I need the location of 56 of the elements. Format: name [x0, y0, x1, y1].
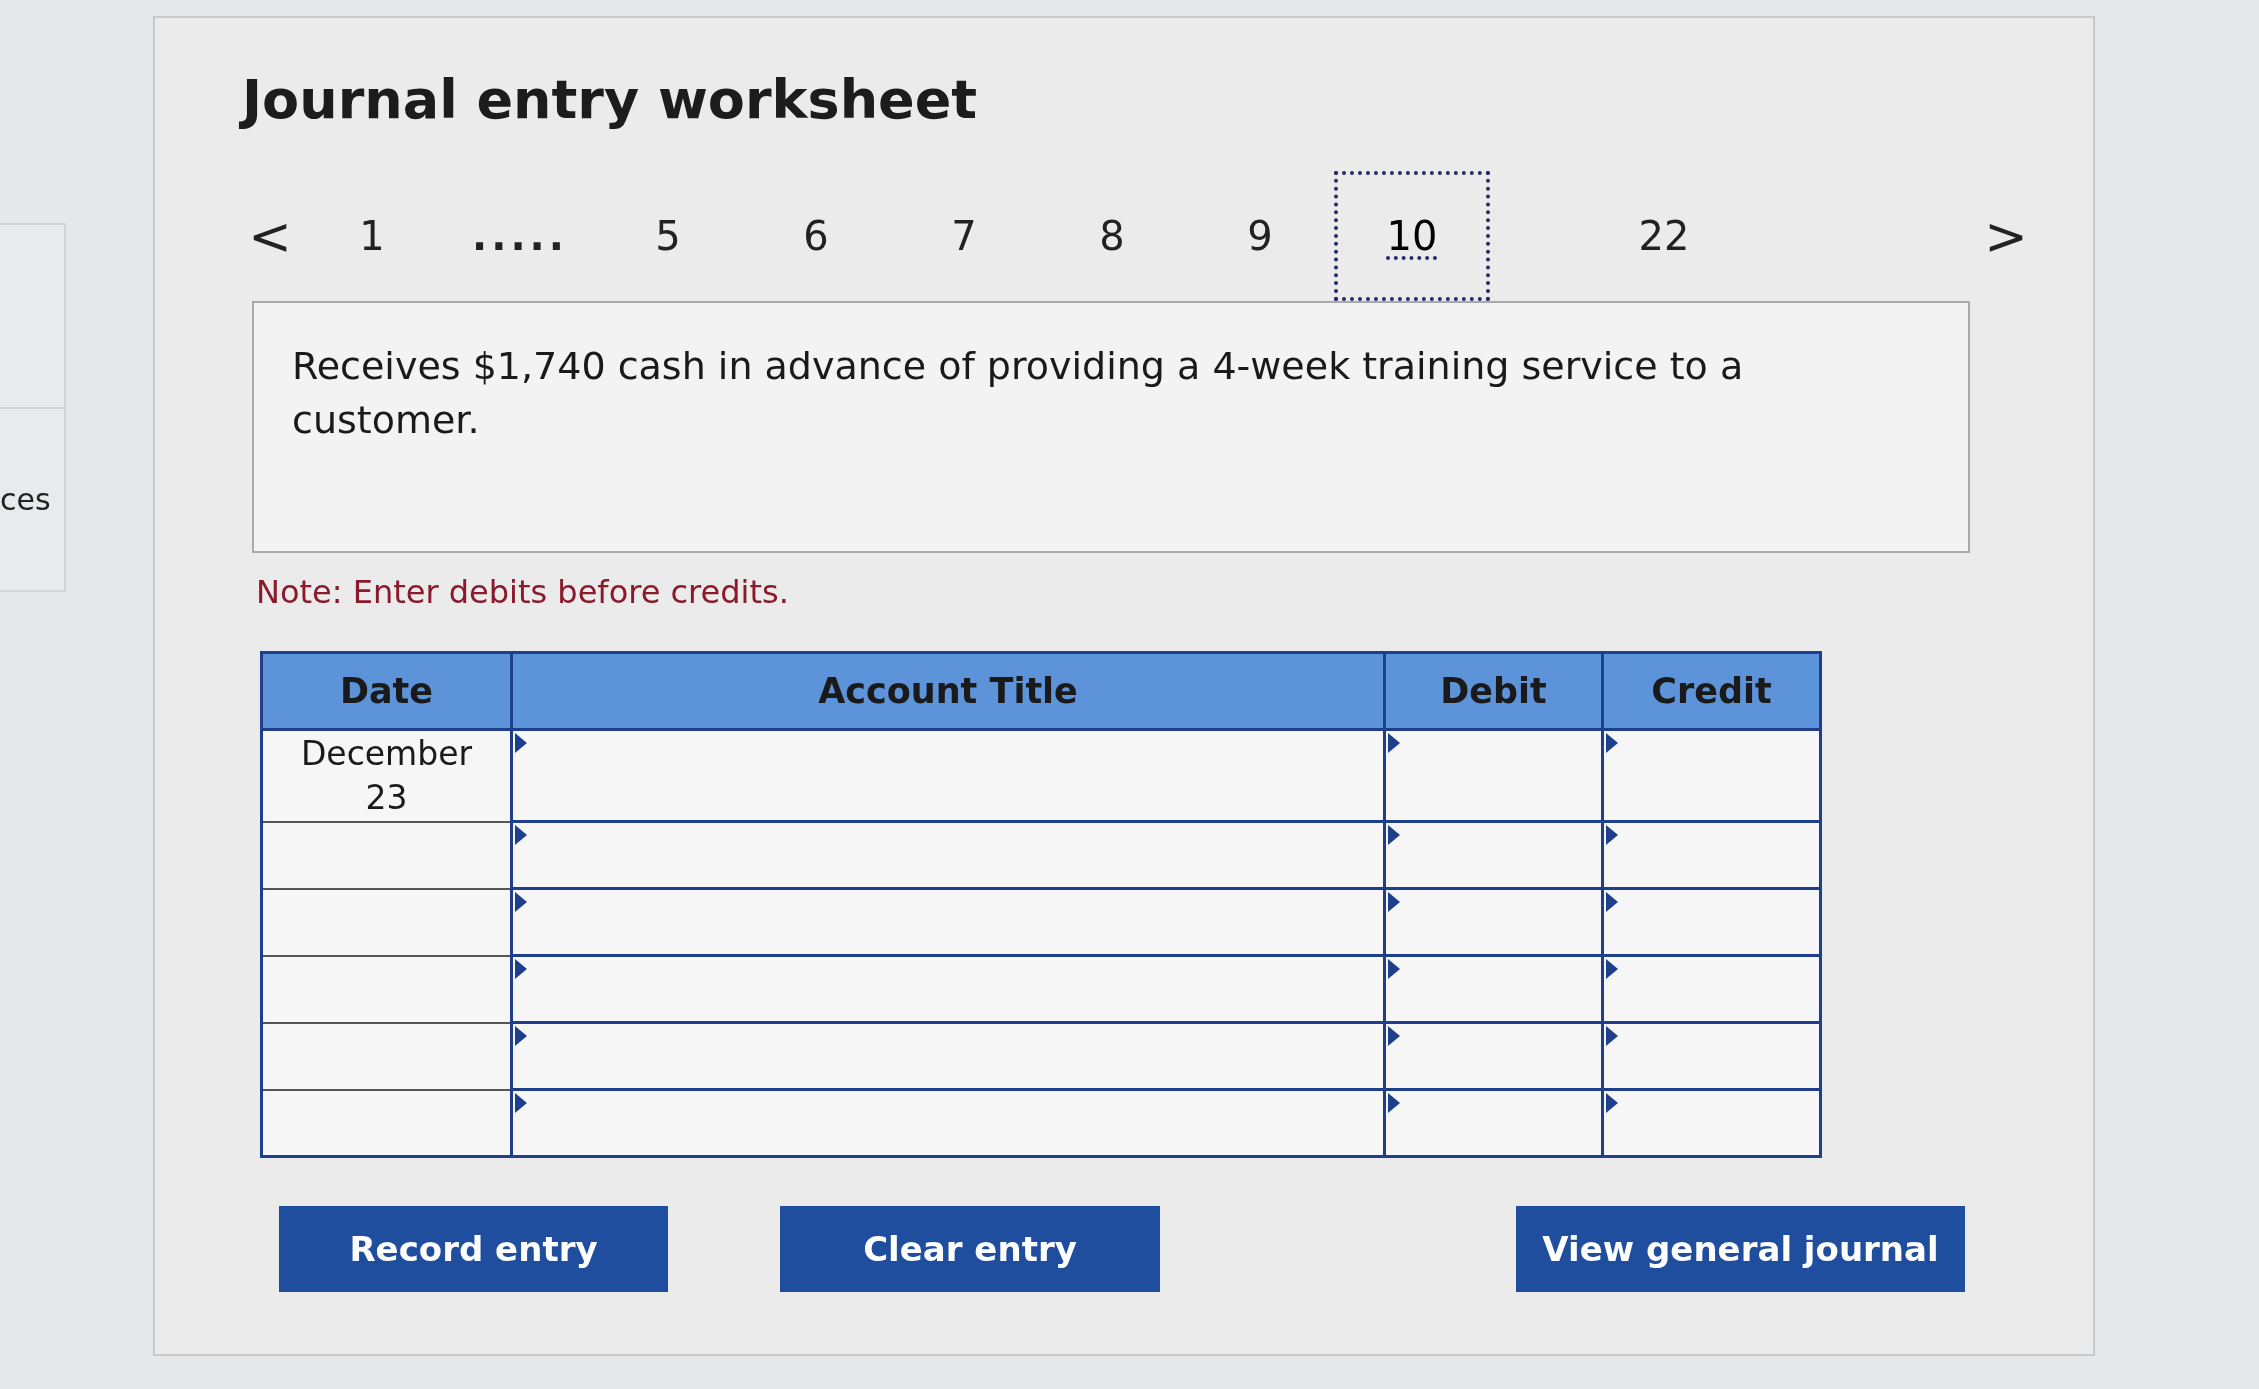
- column-header: Credit: [1602, 652, 1821, 730]
- triangle-icon: [515, 892, 527, 912]
- input-field[interactable]: [511, 729, 1385, 822]
- previous-button[interactable]: <: [242, 206, 298, 266]
- triangle-icon: [1606, 1026, 1618, 1046]
- triangle-icon: [515, 825, 527, 845]
- triangle-icon: [1388, 733, 1400, 753]
- input-field[interactable]: [1602, 955, 1821, 1023]
- input-field[interactable]: [511, 821, 1385, 889]
- page-ellipsis: .....: [471, 212, 569, 261]
- page-tab[interactable]: 7: [890, 171, 1038, 301]
- triangle-icon: [515, 1026, 527, 1046]
- input-field[interactable]: [1602, 729, 1821, 822]
- page-tab[interactable]: 1: [298, 171, 446, 301]
- triangle-icon: [1606, 1093, 1618, 1113]
- question-text: Receives $1,740 cash in advance of providing a 4-week training service to a customer.: [292, 343, 1745, 444]
- input-field[interactable]: [1384, 1089, 1603, 1157]
- triangle-icon: [1388, 1026, 1400, 1046]
- input-field[interactable]: [511, 888, 1385, 956]
- input-field[interactable]: [1384, 821, 1603, 889]
- triangle-icon: [515, 959, 527, 979]
- input-field[interactable]: [1384, 1022, 1603, 1090]
- input-field[interactable]: [1384, 955, 1603, 1023]
- input-field[interactable]: [1602, 888, 1821, 956]
- triangle-icon: [515, 733, 527, 753]
- next-button[interactable]: >: [1978, 206, 2034, 266]
- triangle-icon: [1606, 892, 1618, 912]
- triangle-icon: [515, 1093, 527, 1113]
- input-field[interactable]: [511, 955, 1385, 1023]
- triangle-icon: [1388, 959, 1400, 979]
- input-field[interactable]: [1602, 1022, 1821, 1090]
- page-tab[interactable]: 5: [594, 171, 742, 301]
- triangle-icon: [1388, 892, 1400, 912]
- page-tab[interactable]: 8: [1038, 171, 1186, 301]
- column-header: Account Title: [511, 652, 1385, 730]
- action-button[interactable]: View general journal: [1516, 1206, 1965, 1292]
- input-field[interactable]: [1602, 1089, 1821, 1157]
- input-field[interactable]: [1384, 729, 1603, 822]
- action-button[interactable]: Record entry: [279, 1206, 668, 1292]
- triangle-icon: [1606, 733, 1618, 753]
- input-field[interactable]: [1602, 821, 1821, 889]
- action-button[interactable]: Clear entry: [780, 1206, 1160, 1292]
- triangle-icon: [1606, 959, 1618, 979]
- triangle-icon: [1606, 825, 1618, 845]
- triangle-icon: [1388, 825, 1400, 845]
- input-field[interactable]: [511, 1089, 1385, 1157]
- note-text: Note: Enter debits before credits.: [256, 573, 790, 611]
- input-field[interactable]: [1384, 888, 1603, 956]
- page-tab[interactable]: 22: [1590, 171, 1738, 301]
- input-field[interactable]: [511, 1022, 1385, 1090]
- column-header: Debit: [1384, 652, 1603, 730]
- triangle-icon: [1388, 1093, 1400, 1113]
- page-tab[interactable]: 9: [1186, 171, 1334, 301]
- page-tab[interactable]: 6: [742, 171, 890, 301]
- side-panel-label: ces: [0, 482, 51, 517]
- column-header: Date: [261, 652, 512, 730]
